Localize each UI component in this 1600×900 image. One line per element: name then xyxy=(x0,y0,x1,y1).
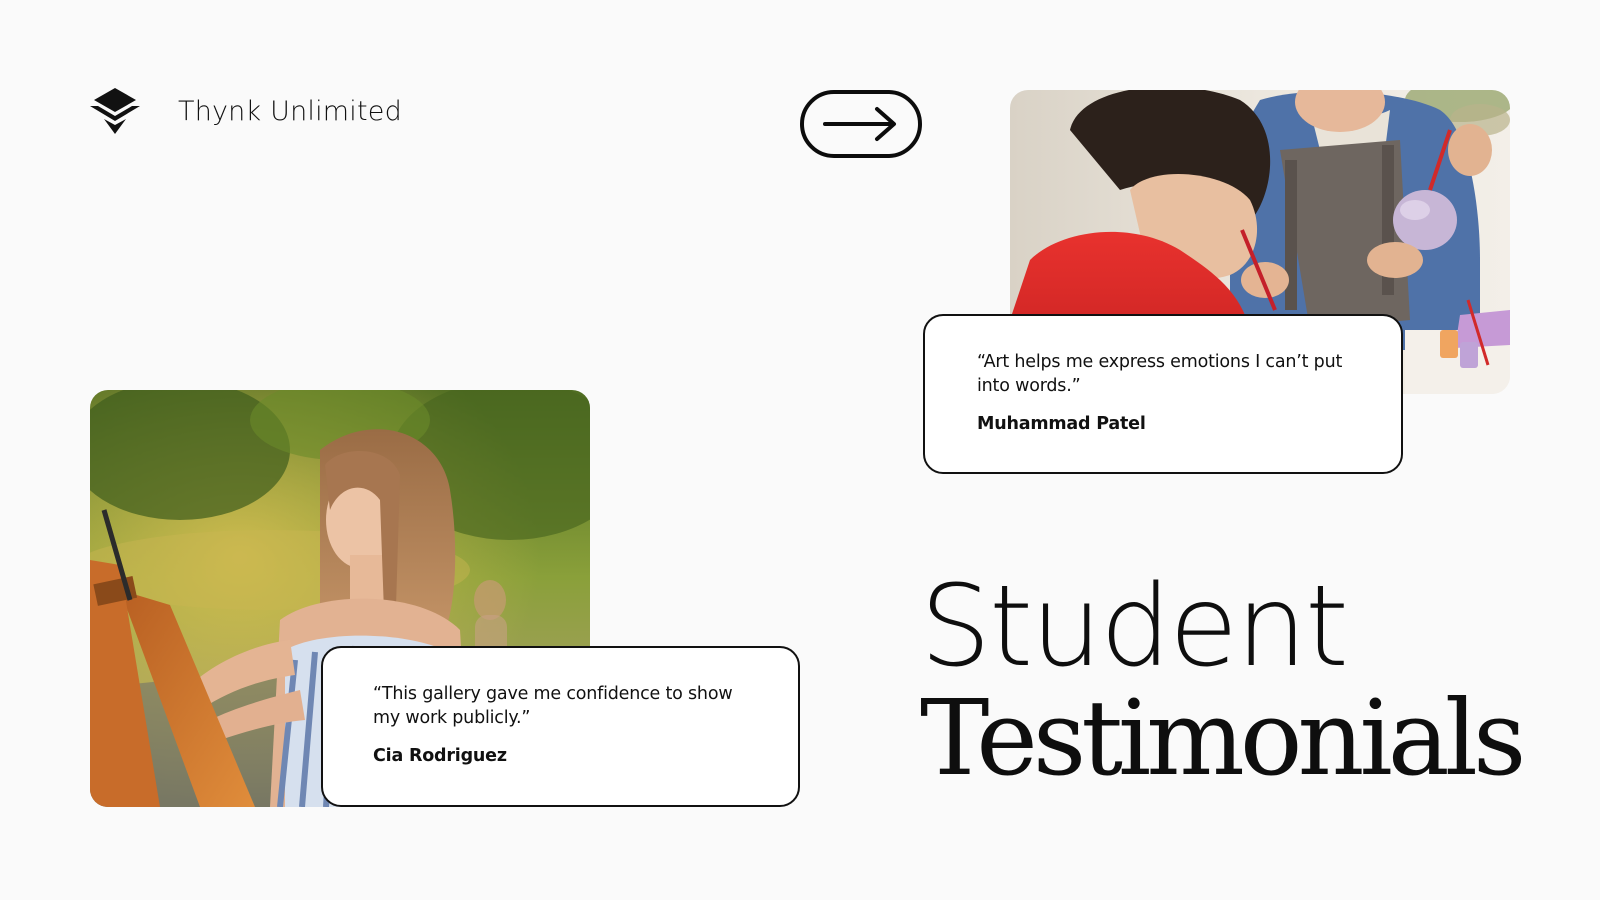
testimonial-author: Cia Rodriguez xyxy=(373,746,507,766)
slide: Thynk Unlimited “Art helps me express em… xyxy=(0,0,1600,900)
testimonial-quote: “This gallery gave me confidence to show… xyxy=(373,684,733,728)
brand-name: Thynk Unlimited xyxy=(178,95,402,127)
next-button[interactable] xyxy=(800,90,922,158)
title-line-student: Student xyxy=(920,562,1349,692)
testimonial-card-cia-rodriguez: “This gallery gave me confidence to show… xyxy=(321,646,800,807)
brand: Thynk Unlimited xyxy=(90,88,402,134)
testimonial-quote: “Art helps me express emotions I can’t p… xyxy=(977,352,1343,396)
testimonial-author: Muhammad Patel xyxy=(977,414,1146,434)
page-title: Student Testimonials xyxy=(920,562,1526,799)
title-line-testimonials: Testimonials xyxy=(920,677,1526,799)
layered-diamond-logo-icon xyxy=(90,88,140,134)
arrow-right-icon xyxy=(823,107,896,141)
testimonial-card-muhammad-patel: “Art helps me express emotions I can’t p… xyxy=(923,314,1403,474)
